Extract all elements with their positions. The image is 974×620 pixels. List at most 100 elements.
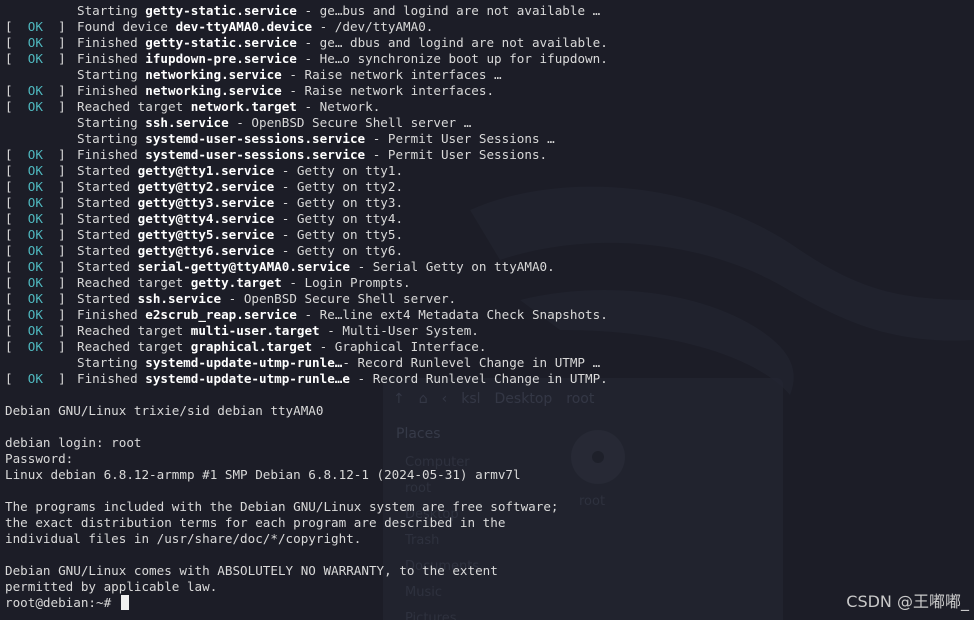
- boot-log-line: [ OK ] Finished ifupdown-pre.service - H…: [5, 51, 965, 67]
- unit-description: - Record Runlevel Change in UTMP.: [349, 371, 608, 386]
- ok-status-text: OK: [27, 323, 43, 338]
- log-verb: Starting: [77, 355, 146, 370]
- status-badge: [ OK ]: [5, 19, 74, 34]
- unit-name: systemd-user-sessions.service: [145, 147, 366, 162]
- boot-log-line: [ OK ] Started getty@tty5.service - Gett…: [5, 227, 965, 243]
- boot-log-line: [ OK ] Started getty@tty3.service - Gett…: [5, 195, 965, 211]
- terminal-screen[interactable]: ↑ ⌂ ‹ ksl Desktop root Places Computer r…: [0, 0, 974, 620]
- status-badge: [ OK ]: [5, 259, 74, 274]
- log-verb: Starting: [77, 131, 146, 146]
- status-badge: [ OK ]: [5, 83, 74, 98]
- unit-name: getty@tty2.service: [137, 179, 275, 194]
- log-verb: Finished: [77, 51, 146, 66]
- boot-log-line: [ OK ] Found device dev-ttyAMA0.device -…: [5, 19, 965, 35]
- boot-log-line: [ OK ] Finished e2scrub_reap.service - R…: [5, 307, 965, 323]
- unit-description: - Getty on tty4.: [274, 211, 404, 226]
- status-badge: [ OK ]: [5, 371, 74, 386]
- ok-status-text: OK: [27, 51, 43, 66]
- status-badge: [5, 67, 77, 83]
- boot-log-line: [ OK ] Started serial-getty@ttyAMA0.serv…: [5, 259, 965, 275]
- boot-log-line: [ OK ] Reached target graphical.target -…: [5, 339, 965, 355]
- boot-log-line: [ OK ] Started ssh.service - OpenBSD Sec…: [5, 291, 965, 307]
- shell-prompt-line[interactable]: root@debian:~#: [5, 595, 965, 611]
- log-verb: Found device: [77, 19, 176, 34]
- boot-log: Starting getty-static.service - ge…bus a…: [5, 3, 965, 387]
- log-verb: Starting: [77, 115, 146, 130]
- unit-description: - Raise network interfaces.: [281, 83, 495, 98]
- boot-log-line: Starting ssh.service - OpenBSD Secure Sh…: [5, 115, 965, 131]
- log-verb: Finished: [77, 371, 146, 386]
- ok-status-text: OK: [27, 163, 43, 178]
- unit-description: - Permit User Sessions …: [365, 131, 555, 146]
- motd-line: individual files in /usr/share/doc/*/cop…: [5, 531, 362, 546]
- boot-log-line: Starting getty-static.service - ge…bus a…: [5, 3, 965, 19]
- status-badge: [5, 131, 77, 147]
- log-verb: Finished: [77, 307, 146, 322]
- ok-status-text: OK: [27, 35, 43, 50]
- ok-status-text: OK: [27, 211, 43, 226]
- unit-name: dev-ttyAMA0.device: [175, 19, 313, 34]
- log-verb: Started: [77, 291, 138, 306]
- unit-description: - Raise network interfaces …: [281, 67, 502, 82]
- status-badge: [ OK ]: [5, 323, 74, 338]
- unit-description: - Serial Getty on ttyAMA0.: [349, 259, 555, 274]
- motd-line: permitted by applicable law.: [5, 579, 218, 594]
- unit-description: - Getty on tty2.: [274, 179, 404, 194]
- unit-name: getty@tty1.service: [137, 163, 275, 178]
- unit-name: networking.service: [145, 67, 282, 82]
- unit-description: - Getty on tty5.: [274, 227, 404, 242]
- status-badge: [ OK ]: [5, 163, 74, 178]
- log-verb: Started: [77, 179, 138, 194]
- motd-line: The programs included with the Debian GN…: [5, 499, 559, 514]
- text-cursor[interactable]: [120, 595, 129, 610]
- login-prompt: debian login: root: [5, 435, 142, 450]
- boot-log-line: [ OK ] Reached target getty.target - Log…: [5, 275, 965, 291]
- unit-name: graphical.target: [190, 339, 313, 354]
- unit-description: - /dev/ttyAMA0.: [312, 19, 434, 34]
- unit-description: - Login Prompts.: [281, 275, 411, 290]
- unit-description: - Getty on tty3.: [274, 195, 404, 210]
- boot-log-line: [ OK ] Started getty@tty6.service - Gett…: [5, 243, 965, 259]
- status-badge: [ OK ]: [5, 211, 74, 226]
- ok-status-text: OK: [27, 275, 43, 290]
- console-output[interactable]: Starting getty-static.service - ge…bus a…: [5, 3, 965, 611]
- status-badge: [ OK ]: [5, 147, 74, 162]
- boot-log-line: [ OK ] Finished systemd-update-utmp-runl…: [5, 371, 965, 387]
- log-verb: Reached target: [77, 323, 191, 338]
- unit-name: getty@tty5.service: [137, 227, 275, 242]
- status-badge: [5, 115, 77, 131]
- status-badge: [ OK ]: [5, 291, 74, 306]
- unit-name: ssh.service: [137, 291, 222, 306]
- unit-name: multi-user.target: [190, 323, 320, 338]
- unit-description: - Re…line ext4 Metadata Check Snapshots.: [296, 307, 608, 322]
- log-verb: Finished: [77, 147, 146, 162]
- boot-log-line: [ OK ] Finished getty-static.service - g…: [5, 35, 965, 51]
- log-verb: Started: [77, 259, 138, 274]
- unit-description: - Record Runlevel Change in UTMP …: [342, 355, 601, 370]
- unit-name: getty@tty4.service: [137, 211, 275, 226]
- boot-log-line: [ OK ] Finished networking.service - Rai…: [5, 83, 965, 99]
- csdn-watermark: CSDN @王嘟嘟_: [846, 592, 969, 611]
- system-banner: Debian GNU/Linux trixie/sid debian ttyAM…: [5, 403, 324, 418]
- ok-status-text: OK: [27, 227, 43, 242]
- unit-name: getty@tty6.service: [137, 243, 275, 258]
- unit-description: - Permit User Sessions.: [365, 147, 548, 162]
- status-badge: [ OK ]: [5, 99, 74, 114]
- boot-log-line: [ OK ] Started getty@tty4.service - Gett…: [5, 211, 965, 227]
- log-verb: Started: [77, 243, 138, 258]
- status-badge: [ OK ]: [5, 179, 74, 194]
- status-badge: [ OK ]: [5, 227, 74, 242]
- boot-log-line: [ OK ] Started getty@tty1.service - Gett…: [5, 163, 965, 179]
- unit-description: - Multi-User System.: [319, 323, 479, 338]
- unit-description: - Network.: [296, 99, 381, 114]
- ok-status-text: OK: [27, 339, 43, 354]
- log-verb: Finished: [77, 83, 146, 98]
- log-verb: Reached target: [77, 99, 191, 114]
- boot-log-line: Starting systemd-update-utmp-runle…- Rec…: [5, 355, 965, 371]
- unit-description: - OpenBSD Secure Shell server.: [221, 291, 457, 306]
- ok-status-text: OK: [27, 259, 43, 274]
- password-prompt: Password:: [5, 451, 74, 466]
